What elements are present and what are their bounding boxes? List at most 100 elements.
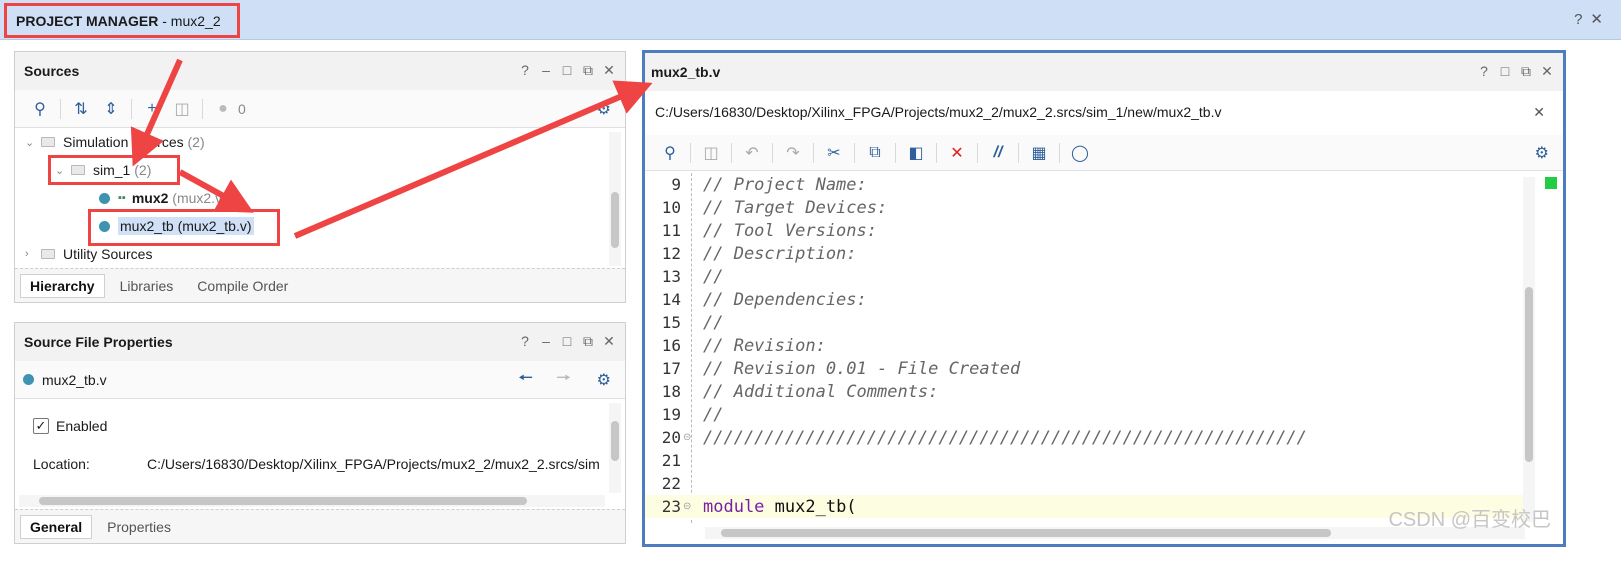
code-text: // Tool Versions: (703, 220, 877, 241)
toolbar-separator (690, 142, 691, 163)
column-select-icon[interactable]: ▦ (1024, 141, 1054, 165)
editor-path-bar: C:/Users/16830/Desktop/Xilinx_FPGA/Proje… (645, 91, 1563, 133)
location-value: C:/Users/16830/Desktop/Xilinx_FPGA/Proje… (147, 456, 600, 472)
folder-icon (41, 249, 55, 259)
gear-icon[interactable]: ⚙ (597, 99, 611, 119)
maximize-icon[interactable]: □ (561, 333, 573, 350)
properties-toolbar: mux2_tb.v 🠔 🠖 ⚙ (15, 361, 625, 399)
scrollbar-thumb[interactable] (611, 421, 619, 461)
toolbar-separator (813, 142, 814, 163)
help-icon[interactable]: ? (519, 62, 531, 79)
gear-icon[interactable]: ⚙ (1535, 143, 1549, 163)
code-text: // (703, 404, 724, 425)
lightbulb-icon[interactable]: ◯ (1065, 141, 1095, 165)
tree-label: mux2 (131, 190, 169, 206)
code-line: 11 // Tool Versions: (645, 219, 1525, 242)
close-icon[interactable]: ✕ (603, 62, 615, 79)
status-marker (1545, 177, 1557, 189)
minimize-icon[interactable]: – (540, 62, 552, 79)
gear-icon[interactable]: ⚙ (597, 370, 611, 390)
line-number: 13 (661, 267, 681, 286)
code-line: 14 // Dependencies: (645, 288, 1525, 311)
close-icon[interactable]: ✕ (1541, 63, 1553, 80)
undo-icon[interactable]: ↶ (737, 141, 767, 165)
location-label: Location: (33, 456, 90, 472)
code-line: 19 // (645, 403, 1525, 426)
search-icon[interactable]: ⚲ (655, 141, 685, 165)
code-area[interactable]: 9 // Project Name: 10 // Target Devices: 1… (645, 173, 1535, 523)
save-icon[interactable]: ◫ (696, 141, 726, 165)
annotation-box-sim-1 (48, 155, 180, 185)
line-number: 12 (661, 244, 681, 263)
help-icon[interactable]: ? (1574, 11, 1590, 28)
close-icon[interactable]: ✕ (1590, 11, 1611, 28)
cut-icon[interactable]: ✂ (819, 141, 849, 165)
delete-icon[interactable]: ✕ (942, 141, 972, 165)
sources-toolbar: ⚲ ⇅ ⇕ + ◫ ● 0 ⚙ (15, 90, 625, 128)
fold-icon[interactable]: ⊝ (683, 432, 691, 443)
code-line: 20 ⊝ /////////////////////////////////////… (645, 426, 1525, 449)
hscroll-thumb[interactable] (721, 529, 1331, 537)
close-icon[interactable]: ✕ (603, 333, 615, 350)
tab-general[interactable]: General (20, 514, 93, 539)
info-icon[interactable]: ◫ (167, 97, 197, 121)
enabled-checkbox[interactable]: ✓ (33, 418, 49, 434)
hscroll-thumb[interactable] (39, 497, 527, 505)
search-icon[interactable]: ⚲ (25, 97, 55, 121)
tree-item-mux2[interactable]: ▪▪ mux2 (mux2.v) (99, 185, 227, 211)
tree-label: Simulation Sources (63, 134, 184, 150)
code-text: // Revision: (703, 335, 826, 356)
line-number: 22 (661, 474, 681, 493)
line-number: 15 (661, 313, 681, 332)
editor-vscrollbar[interactable] (1523, 177, 1535, 522)
scrollbar-thumb[interactable] (611, 192, 619, 248)
forward-arrow-icon[interactable]: 🠖 (556, 365, 571, 394)
code-line: 13 // (645, 265, 1525, 288)
copy-icon[interactable]: ⧉ (860, 141, 890, 165)
tab-compile-order[interactable]: Compile Order (188, 275, 297, 297)
code-line: 12 // Description: (645, 242, 1525, 265)
float-icon[interactable]: ⧉ (1520, 63, 1532, 80)
enabled-label: Enabled (56, 418, 108, 434)
paste-icon[interactable]: ◧ (901, 141, 931, 165)
comment-icon[interactable]: // (983, 141, 1013, 165)
expand-all-icon[interactable]: ⇕ (96, 97, 126, 121)
properties-hscrollbar[interactable] (19, 495, 605, 507)
collapse-all-icon[interactable]: ⇅ (66, 97, 96, 121)
title-project: - mux2_2 (158, 13, 221, 29)
properties-header: Source File Properties ? – □ ⧉ ✕ (15, 323, 625, 361)
properties-file-name: mux2_tb.v (42, 371, 107, 388)
sources-scrollbar[interactable] (609, 132, 621, 266)
tree-label: Utility Sources (63, 246, 153, 262)
fold-icon[interactable]: ⊝ (683, 501, 691, 512)
help-icon[interactable]: ? (519, 333, 531, 350)
scrollbar-thumb[interactable] (1525, 287, 1533, 462)
chevron-down-icon[interactable]: ⌄ (25, 136, 41, 149)
toolbar-separator (1059, 142, 1060, 163)
float-icon[interactable]: ⧉ (582, 333, 594, 350)
toolbar-separator (854, 142, 855, 163)
minimize-icon[interactable]: – (540, 333, 552, 350)
redo-icon[interactable]: ↷ (778, 141, 808, 165)
back-arrow-icon[interactable]: 🠔 (518, 365, 533, 394)
line-number: 11 (661, 221, 681, 240)
chevron-right-icon[interactable]: › (25, 248, 41, 260)
line-number: 19 (661, 405, 681, 424)
toolbar-separator (895, 142, 896, 163)
float-icon[interactable]: ⧉ (582, 62, 594, 79)
properties-scrollbar[interactable] (609, 403, 621, 493)
help-icon[interactable]: ? (1478, 63, 1490, 80)
code-line: 9 // Project Name: (645, 173, 1525, 196)
source-file-icon (99, 192, 110, 204)
maximize-icon[interactable]: □ (561, 62, 573, 79)
tree-item-simulation-sources[interactable]: ⌄ Simulation Sources (2) (25, 129, 205, 155)
add-sources-icon[interactable]: + (137, 97, 167, 121)
tab-hierarchy[interactable]: Hierarchy (20, 273, 105, 298)
line-number: 23 (661, 497, 681, 516)
maximize-icon[interactable]: □ (1499, 63, 1511, 80)
close-icon[interactable]: ✕ (1533, 104, 1545, 121)
tab-libraries[interactable]: Libraries (111, 275, 183, 297)
tab-properties[interactable]: Properties (98, 516, 180, 538)
watermark: CSDN @百变校巴 (1388, 509, 1551, 531)
editor-title: mux2_tb.v (651, 64, 721, 80)
